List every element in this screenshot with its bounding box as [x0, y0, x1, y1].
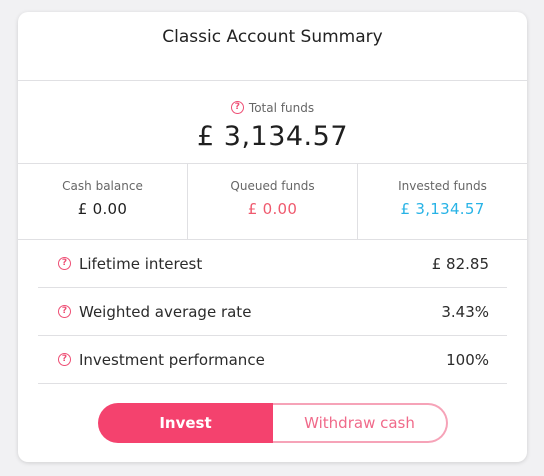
invest-button[interactable]: Invest [98, 403, 273, 443]
investment-performance-label: Investment performance [79, 350, 265, 369]
lifetime-interest-value: £ 82.85 [431, 254, 489, 273]
invested-funds-label: Invested funds [398, 179, 487, 193]
help-icon[interactable]: ? [230, 101, 244, 114]
total-funds-label-wrap: ? Total funds [230, 100, 315, 115]
help-icon[interactable]: ? [58, 305, 71, 318]
queued-funds-label: Queued funds [230, 179, 315, 193]
cash-balance: Cash balance £ 0.00 [18, 164, 187, 239]
card-title: Classic Account Summary [18, 12, 527, 81]
weighted-average-rate-value: 3.43% [441, 302, 489, 321]
queued-funds: Queued funds £ 0.00 [187, 164, 357, 239]
help-icon[interactable]: ? [58, 257, 71, 270]
cash-balance-value: £ 0.00 [77, 200, 128, 218]
fund-breakdown: Cash balance £ 0.00 Queued funds £ 0.00 … [18, 164, 527, 240]
queued-funds-value: £ 0.00 [247, 200, 298, 218]
total-funds-label: Total funds [248, 100, 315, 115]
invested-funds-value: £ 3,134.57 [400, 200, 485, 218]
withdraw-cash-button[interactable]: Withdraw cash [273, 403, 448, 443]
action-buttons: Invest Withdraw cash [98, 403, 448, 443]
total-funds-value: £ 3,134.57 [197, 120, 348, 152]
weighted-average-rate-label: Weighted average rate [79, 302, 252, 321]
lifetime-interest-row: ? Lifetime interest £ 82.85 [38, 240, 507, 288]
invested-funds: Invested funds £ 3,134.57 [357, 164, 527, 239]
weighted-average-rate-row: ? Weighted average rate 3.43% [38, 288, 507, 336]
cash-balance-label: Cash balance [62, 179, 143, 193]
investment-performance-value: 100% [446, 350, 489, 369]
account-summary-card: Classic Account Summary ? Total funds £ … [18, 12, 527, 462]
total-funds-section: ? Total funds £ 3,134.57 [18, 81, 527, 164]
help-icon[interactable]: ? [58, 353, 71, 366]
lifetime-interest-label: Lifetime interest [79, 254, 203, 273]
summary-rows: ? Lifetime interest £ 82.85 ? Weighted a… [18, 240, 527, 384]
investment-performance-row: ? Investment performance 100% [38, 336, 507, 384]
